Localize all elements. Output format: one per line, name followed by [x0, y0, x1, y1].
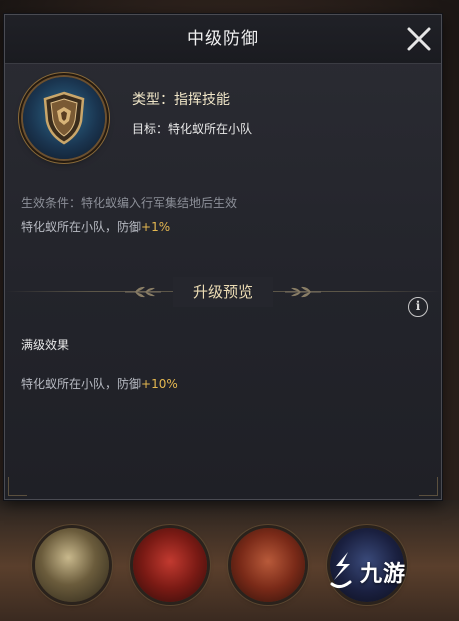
info-icon: i	[415, 299, 421, 313]
skill-type-label: 类型：指挥技能	[132, 92, 230, 108]
corner-ornament	[419, 477, 438, 496]
max-effect-text: 特化蚁所在小队，防御	[21, 377, 142, 391]
dialog-title: 中级防御	[187, 29, 259, 49]
upgrade-preview-title: 升级预览	[173, 277, 273, 307]
watermark: 九游	[326, 548, 436, 592]
max-level-label: 满级效果	[21, 338, 70, 352]
skill-icon-2[interactable]	[133, 528, 207, 602]
max-effect-value: +10%	[141, 377, 178, 391]
skill-icon-3[interactable]	[231, 528, 305, 602]
jiuyou-logo-icon	[330, 552, 352, 589]
laurel-ornament-icon	[125, 286, 161, 298]
max-level-effect: 特化蚁所在小队，防御+10%	[21, 375, 178, 392]
shield-skill-icon	[43, 91, 85, 145]
skill-badge	[23, 77, 105, 159]
corner-ornament	[8, 477, 27, 496]
skill-icon-1[interactable]	[35, 528, 109, 602]
effect-value: +1%	[141, 220, 171, 234]
close-icon	[407, 27, 431, 51]
effect-text: 特化蚁所在小队，防御	[21, 220, 142, 234]
dialog-titlebar: 中级防御	[5, 15, 441, 64]
info-button[interactable]: i	[408, 297, 428, 317]
watermark-text: 九游	[360, 562, 407, 587]
current-effect: 特化蚁所在小队，防御+1%	[21, 218, 170, 235]
skill-detail-dialog: 中级防御 类型：指挥技能 目标：特化蚁所在小队 生效条件：特化蚁编入行军集结地后…	[4, 14, 442, 500]
laurel-ornament-icon	[285, 286, 321, 298]
close-button[interactable]	[405, 25, 433, 53]
skill-target-label: 目标：特化蚁所在小队	[132, 122, 253, 136]
upgrade-preview-divider: 升级预览	[5, 277, 441, 307]
activation-condition: 生效条件：特化蚁编入行军集结地后生效	[21, 196, 238, 210]
